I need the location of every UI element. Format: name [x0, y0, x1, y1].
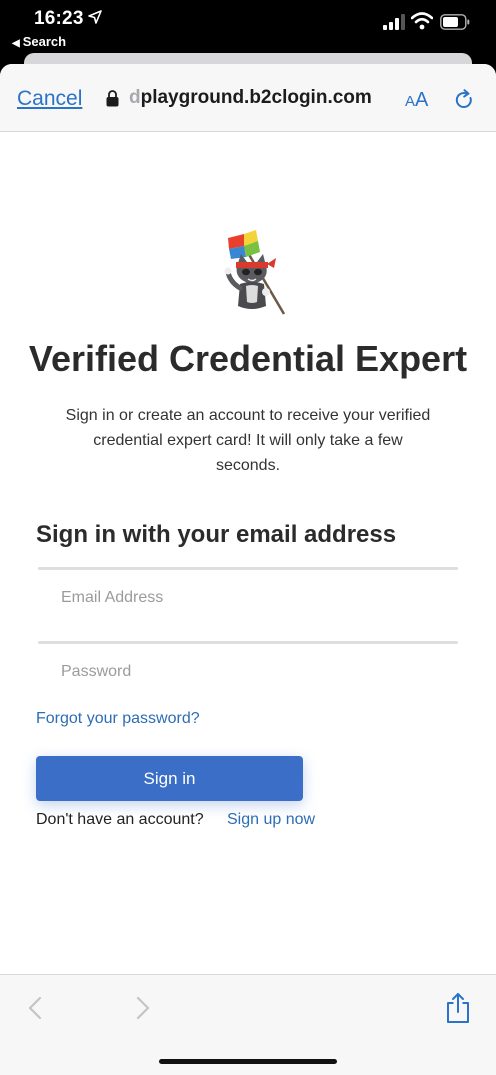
back-triangle-icon: ◀ — [12, 38, 20, 49]
forward-icon[interactable] — [134, 995, 152, 1021]
page-description: Sign in or create an account to receive … — [65, 407, 431, 474]
password-field-border — [38, 641, 458, 644]
share-icon[interactable] — [445, 992, 471, 1024]
status-bar: 16:23 ◀ Search — [0, 0, 496, 56]
lock-icon — [106, 90, 119, 107]
no-account-text: Don't have an account? — [36, 811, 204, 828]
url-field[interactable]: dplayground.b2clogin.com — [129, 87, 372, 109]
browser-navbar: Cancel dplayground.b2clogin.com AA — [0, 64, 496, 132]
reload-icon[interactable] — [453, 89, 475, 111]
mascot-logo — [224, 230, 286, 315]
sign-up-link[interactable]: Sign up now — [227, 811, 315, 829]
home-indicator — [159, 1059, 337, 1064]
text-size-small-label: A — [405, 93, 416, 110]
location-arrow-icon — [88, 10, 102, 24]
url-prefix: d — [129, 87, 141, 108]
password-field[interactable] — [38, 652, 458, 692]
signal-icon — [383, 14, 405, 30]
safari-sheet: Cancel dplayground.b2clogin.com AA Verif… — [0, 64, 496, 1075]
email-field-border — [38, 567, 458, 570]
browser-toolbar — [0, 974, 496, 1075]
sign-in-button[interactable]: Sign in — [36, 756, 303, 801]
signin-heading: Sign in with your email address — [36, 521, 397, 548]
back-app-label: Search — [22, 34, 67, 49]
page-title: Verified Credential Expert — [28, 338, 468, 379]
text-size-large-label: A — [415, 89, 429, 111]
status-time: 16:23 — [34, 8, 84, 29]
battery-icon — [440, 14, 470, 30]
email-field[interactable] — [38, 578, 458, 618]
forgot-password-link[interactable]: Forgot your password? — [36, 710, 200, 728]
wifi-icon — [411, 12, 433, 30]
url-domain: playground.b2clogin.com — [140, 87, 372, 108]
cancel-button[interactable]: Cancel — [17, 87, 82, 111]
back-icon[interactable] — [26, 995, 44, 1021]
text-size-button[interactable]: AA — [405, 89, 428, 112]
back-to-app-link[interactable]: ◀ Search — [12, 34, 66, 49]
